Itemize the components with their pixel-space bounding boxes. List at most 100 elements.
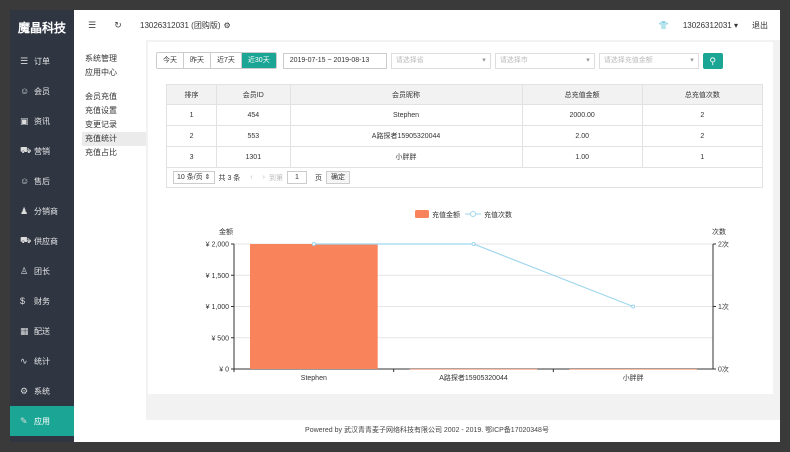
table-cell: 3 [165,146,218,168]
table-cell: 553 [216,125,291,147]
y-right-axis-label: 次数 [712,227,726,236]
nav-item-0[interactable]: ☰ 订单 [10,46,74,76]
subnav-item[interactable]: 应用中心 [82,66,146,80]
next-page-icon[interactable]: › [263,174,265,181]
nav-item-label: 财务 [34,296,50,306]
prev-page-icon[interactable]: ‹ [250,174,252,181]
nav-item-11[interactable]: ⚙ 系统 [10,376,74,406]
nav-item-4[interactable]: ☺ 售后 [10,166,74,196]
users-icon: ♟ [20,205,29,216]
nav-item-label: 应用 [34,416,50,426]
nav-item-12[interactable]: ✎ 应用 [10,406,74,436]
page-unit-label: 页 [314,174,322,182]
subnav-group-title[interactable]: 会员充值 [82,90,146,104]
edit-icon: ✎ [20,415,28,426]
x-tick-label: 小胖胖 [623,373,644,382]
range-button-0[interactable]: 今天 [157,53,184,68]
bar-2 [569,368,698,370]
shirt-icon[interactable]: 👕 [659,21,669,30]
topbar: ☰ ↻ 13026312031 (团购版) ⚙ 👕 13026312031 ▾ … [74,10,780,40]
main-content: 今天 昨天 近7天 近30天 2019-07-15 ~ 2019-08-13 请选择省… [148,42,773,394]
shop-settings-icon[interactable]: ⚙ [224,21,231,30]
subnav-group-title[interactable]: 系统管理 [82,52,146,66]
nav-item-1[interactable]: ☺ 会员 [10,76,74,106]
table-row: 2 553 A路探者15905320044 2.00 2 [165,125,764,147]
table-cell: 1.00 [521,146,643,168]
nav-item-8[interactable]: $ 财务 [10,286,74,316]
bar-1 [409,368,538,370]
table-cell: 小胖胖 [289,146,523,168]
smile-icon: ☺ [20,176,30,186]
subnav-item[interactable]: 变更记录 [82,118,146,132]
nav-item-3[interactable]: ⛟ 营销 [10,136,74,166]
nav-item-10[interactable]: ∿ 统计 [10,346,74,376]
x-tick-label: Stephen [301,375,327,382]
table-cell: 1 [165,104,218,126]
province-select[interactable]: 请选择省 [390,52,491,69]
app-window: 魔晶科技 ☰ 订单 ☺ 会员 ▣ 资讯 ⛟ 营销 ☺ 售后 ♟ 分销商 ⛟ 供应商 ♙ 团长 $ 财务 ▦ 配送 ∿ 统计… [10,10,780,442]
nav-item-label: 统计 [34,356,50,366]
y-right-tick-label: 2次 [718,240,729,249]
range-button-2[interactable]: 近7天 [211,53,242,68]
range-button-1[interactable]: 昨天 [184,53,211,68]
page-number-input[interactable]: 1 [286,171,307,184]
y-right-tick-label: 0次 [718,365,729,374]
legend-swatch-bar [415,210,429,218]
logout-link[interactable]: 退出 [752,20,768,31]
refresh-icon[interactable]: ↻ [108,20,128,31]
goto-confirm-button[interactable]: 确定 [325,171,350,184]
person-icon: ♙ [20,265,29,276]
subnav-item[interactable]: 充值占比 [82,146,146,160]
table-row: 3 1301 小胖胖 1.00 1 [165,146,764,168]
search-button[interactable]: ⚲ [702,52,723,69]
chart-icon: ∿ [20,355,28,366]
subnav-item[interactable]: 充值设置 [82,104,146,118]
table-cell: 1301 [216,146,291,168]
page-size-select[interactable]: 10 条/页 ⇕ [173,171,215,184]
pagination: 10 条/页 ⇕ 共 3 条 ‹ › 到第 1 页 确定 [166,168,763,188]
column-header: 会员昵称 [289,84,523,105]
y-left-tick-label: ¥ 1,500 [206,273,229,280]
y-left-axis-label: 金额 [219,227,233,236]
user-icon: ☺ [20,86,30,96]
y-left-tick-label: ¥ 1,000 [206,304,229,311]
legend-swatch-point [470,211,476,217]
column-header: 总充值金额 [521,84,643,105]
amount-select[interactable]: 请选择充值金额 [598,52,699,69]
column-header: 总充值次数 [641,84,764,105]
column-header: 会员ID [216,84,291,105]
sub-navigation: 系统管理 应用中心会员充值 充值设置 变更记录 充值统计 充值占比 [74,40,146,442]
footer: Powered by 武汉青青麦子网络科技有限公司 2002 - 2019. 鄂… [74,420,780,442]
gear-icon: ⚙ [20,385,29,396]
date-range-input[interactable]: 2019-07-15 ~ 2019-08-13 [282,52,387,69]
table-cell: 2000.00 [521,104,643,126]
line-point-0 [311,242,316,246]
nav-item-9[interactable]: ▦ 配送 [10,316,74,346]
sidebar: 魔晶科技 ☰ 订单 ☺ 会员 ▣ 资讯 ⛟ 营销 ☺ 售后 ♟ 分销商 ⛟ 供应商 ♙ 团长 $ 财务 ▦ 配送 ∿ 统计… [10,10,74,442]
nav-item-label: 营销 [34,146,50,156]
table-cell: 2 [641,125,764,147]
range-button-group: 今天 昨天 近7天 近30天 [156,52,277,69]
table-cell: Stephen [289,104,523,126]
nav-item-2[interactable]: ▣ 资讯 [10,106,74,136]
nav-item-5[interactable]: ♟ 分销商 [10,196,74,226]
legend-label-bar: 充值金额 [432,210,460,219]
nav-item-label: 售后 [34,176,50,186]
filter-bar: 今天 昨天 近7天 近30天 2019-07-15 ~ 2019-08-13 请选择省… [156,52,723,69]
range-button-3[interactable]: 近30天 [241,53,276,68]
nav-item-label: 订单 [34,56,50,66]
menu-toggle-icon[interactable]: ☰ [82,20,102,31]
news-icon: ▣ [20,115,29,126]
nav-item-7[interactable]: ♙ 团长 [10,256,74,286]
table-cell: 2 [641,104,764,126]
city-select[interactable]: 请选择市 [494,52,595,69]
recharge-table: 排序 会员ID 会员昵称 总充值金额 总充值次数 1 454 Stephen 2000.00 2… [165,84,764,168]
nav-item-6[interactable]: ⛟ 供应商 [10,226,74,256]
table-cell: 1 [641,146,764,168]
account-dropdown[interactable]: 13026312031 ▾ [683,21,738,30]
total-count: 共 3 条 [218,174,241,182]
table-cell: 2.00 [521,125,643,147]
subnav-item[interactable]: 充值统计 [82,132,146,146]
nav-item-label: 团长 [34,266,50,276]
x-tick-label: A路探者15905320044 [439,373,508,382]
